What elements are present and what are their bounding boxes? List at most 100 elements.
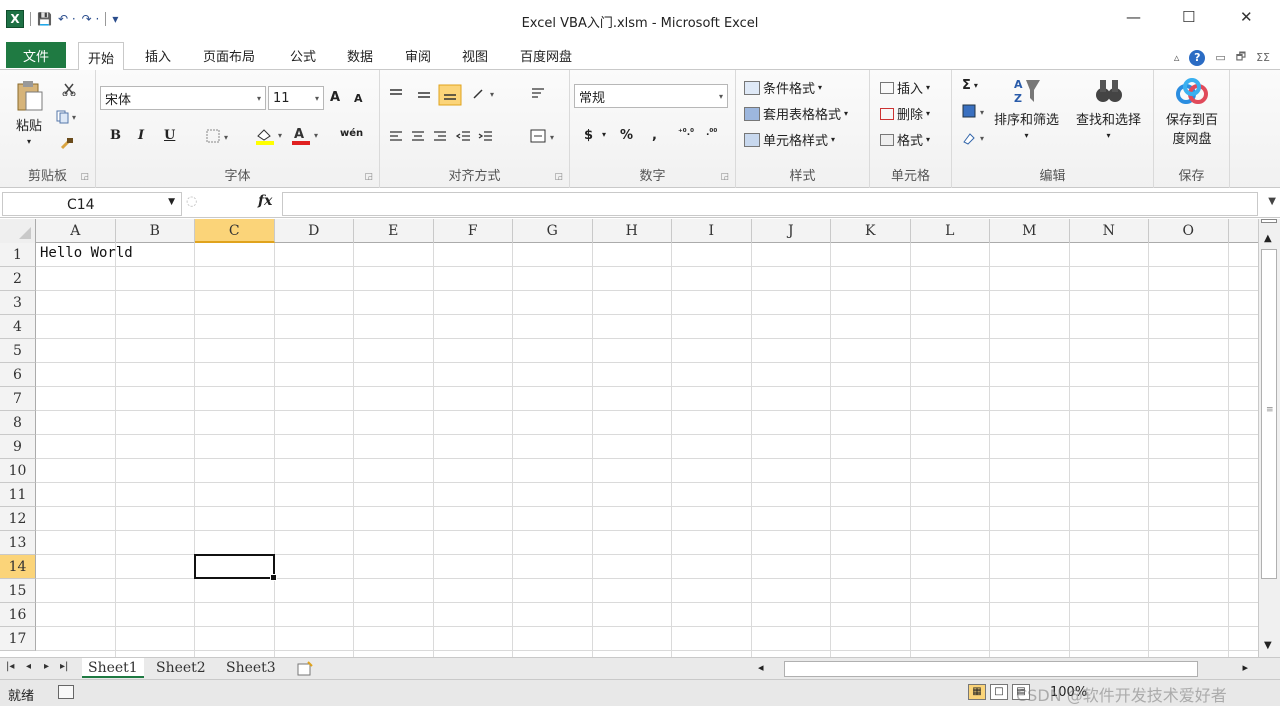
alignment-launcher-icon[interactable]: ◲ <box>554 172 563 182</box>
split-box-icon[interactable] <box>1261 219 1277 223</box>
cell-a1[interactable]: Hello World <box>40 245 133 261</box>
workbook-restore-icon[interactable]: 🗗 <box>1236 48 1246 67</box>
scroll-left-icon[interactable]: ◂ <box>758 661 764 674</box>
currency-dropdown-icon[interactable]: ▾ <box>602 130 606 139</box>
column-header-c[interactable]: C <box>195 219 275 243</box>
tab-baidu-netdisk[interactable]: 百度网盘 <box>520 46 572 65</box>
minimize-button[interactable]: — <box>1126 8 1141 26</box>
decrease-indent-icon[interactable] <box>456 130 472 144</box>
new-sheet-icon[interactable] <box>296 661 316 677</box>
page-layout-view-icon[interactable]: □ <box>990 684 1008 700</box>
worksheet-grid[interactable]: ABCDEFGHIJKLMNO 1 2 3 4 5 6 7 8 9 10 11 12 13 14 15 16 1… <box>0 219 1258 657</box>
column-header-b[interactable]: B <box>116 219 195 243</box>
normal-view-icon[interactable]: ▦ <box>968 684 986 700</box>
sheet-tab-sheet3[interactable]: Sheet3 <box>220 658 282 678</box>
sheet-tab-sheet2[interactable]: Sheet2 <box>150 658 212 678</box>
font-name-combo[interactable]: 宋体 ▾ <box>100 86 266 110</box>
conditional-formatting-button[interactable]: 条件格式 ▾ <box>744 78 822 97</box>
column-header-i[interactable]: I <box>672 219 752 243</box>
insert-cells-button[interactable]: 插入 ▾ <box>880 78 930 97</box>
orientation-icon[interactable]: ▾ <box>472 86 500 102</box>
row-header-14[interactable]: 14 <box>0 555 36 579</box>
format-as-table-button[interactable]: 套用表格格式 ▾ <box>744 104 848 123</box>
bottom-align-icon[interactable] <box>438 84 462 106</box>
paste-button[interactable]: 粘贴 ▾ <box>14 80 44 146</box>
insert-function-icon[interactable]: fx <box>258 193 272 209</box>
column-header-m[interactable]: M <box>990 219 1070 243</box>
row-header-7[interactable]: 7 <box>0 387 36 411</box>
paste-dropdown-icon[interactable]: ▾ <box>27 137 31 146</box>
formula-cancel-icon[interactable]: ◌ <box>186 194 197 209</box>
row-header-15[interactable]: 15 <box>0 579 36 603</box>
tab-insert[interactable]: 插入 <box>145 46 171 65</box>
column-header-e[interactable]: E <box>354 219 434 243</box>
row-header-4[interactable]: 4 <box>0 315 36 339</box>
tab-page-layout[interactable]: 页面布局 <box>203 46 255 65</box>
underline-button[interactable]: U <box>164 128 175 143</box>
sort-filter-button[interactable]: AZ 排序和筛选 ▾ <box>994 76 1059 140</box>
column-header-h[interactable]: H <box>593 219 672 243</box>
font-launcher-icon[interactable]: ◲ <box>364 172 373 182</box>
row-header-5[interactable]: 5 <box>0 339 36 363</box>
row-header-8[interactable]: 8 <box>0 411 36 435</box>
shrink-font-icon[interactable]: A <box>354 92 363 105</box>
record-macro-icon[interactable] <box>58 685 74 699</box>
name-box[interactable]: C14 ▼ <box>2 192 182 216</box>
row-header-3[interactable]: 3 <box>0 291 36 315</box>
fill-icon[interactable]: ▾ <box>962 104 990 120</box>
percent-icon[interactable]: % <box>620 128 633 143</box>
column-header-f[interactable]: F <box>434 219 513 243</box>
font-color-icon[interactable]: A ▾ <box>290 126 324 146</box>
scroll-right-icon[interactable]: ▸ <box>1242 661 1248 674</box>
font-size-dropdown-icon[interactable]: ▾ <box>315 94 319 103</box>
tab-view[interactable]: 视图 <box>462 46 488 65</box>
tab-review[interactable]: 审阅 <box>405 46 431 65</box>
delete-cells-button[interactable]: 删除 ▾ <box>880 104 930 123</box>
tab-home[interactable]: 开始 <box>78 42 124 71</box>
vertical-scrollbar[interactable]: ▲ ≡ ▼ <box>1258 219 1280 657</box>
font-name-dropdown-icon[interactable]: ▾ <box>257 94 261 103</box>
first-sheet-icon[interactable]: |◂ <box>6 661 14 672</box>
bold-button[interactable]: B <box>110 128 121 143</box>
tab-file[interactable]: 文件 <box>6 42 66 68</box>
cut-icon[interactable] <box>62 82 76 96</box>
increase-indent-icon[interactable] <box>478 130 494 144</box>
formula-input[interactable] <box>282 192 1258 216</box>
column-header-j[interactable]: J <box>752 219 831 243</box>
save-to-baidu-button[interactable]: 保存到百度网盘 <box>1162 78 1222 147</box>
middle-align-icon[interactable] <box>416 88 432 102</box>
workbook-minimize-icon[interactable]: ▭ <box>1215 51 1225 64</box>
number-launcher-icon[interactable]: ◲ <box>720 172 729 182</box>
last-sheet-icon[interactable]: ▸| <box>60 661 68 672</box>
clear-icon[interactable]: ▾ <box>962 130 990 146</box>
autosum-button[interactable]: Σ ▾ <box>962 78 978 93</box>
number-format-combo[interactable]: 常规 ▾ <box>574 84 728 108</box>
horizontal-scrollbar[interactable]: ◂ ▸ <box>756 660 1256 678</box>
name-box-dropdown-icon[interactable]: ▼ <box>168 197 175 207</box>
column-header-l[interactable]: L <box>911 219 990 243</box>
column-header-o[interactable]: O <box>1149 219 1229 243</box>
column-header-n[interactable]: N <box>1070 219 1149 243</box>
maximize-button[interactable]: ☐ <box>1182 8 1195 26</box>
clipboard-launcher-icon[interactable]: ◲ <box>80 172 89 182</box>
column-header-g[interactable]: G <box>513 219 593 243</box>
row-header-2[interactable]: 2 <box>0 267 36 291</box>
font-size-combo[interactable]: 11 ▾ <box>268 86 324 110</box>
scroll-down-icon[interactable]: ▼ <box>1264 640 1272 651</box>
select-all-button[interactable] <box>0 219 36 243</box>
row-header-10[interactable]: 10 <box>0 459 36 483</box>
row-header-16[interactable]: 16 <box>0 603 36 627</box>
scroll-up-icon[interactable]: ▲ <box>1264 233 1272 244</box>
expand-formula-bar-icon[interactable]: ▼ <box>1268 196 1276 207</box>
increase-decimal-icon[interactable]: ⁺⁰.⁰ <box>678 128 694 138</box>
copy-icon[interactable]: ▾ <box>56 110 82 124</box>
workbook-close-icon[interactable]: ΣΣ <box>1256 51 1270 64</box>
prev-sheet-icon[interactable]: ◂ <box>26 661 31 672</box>
tab-data[interactable]: 数据 <box>347 46 373 65</box>
format-cells-button[interactable]: 格式 ▾ <box>880 130 930 149</box>
merge-center-icon[interactable]: ▾ <box>530 128 560 144</box>
cell-styles-button[interactable]: 单元格样式 ▾ <box>744 130 835 149</box>
align-right-icon[interactable] <box>432 130 448 144</box>
border-icon[interactable]: ▾ <box>206 128 236 144</box>
find-select-button[interactable]: 查找和选择 ▾ <box>1076 76 1141 140</box>
